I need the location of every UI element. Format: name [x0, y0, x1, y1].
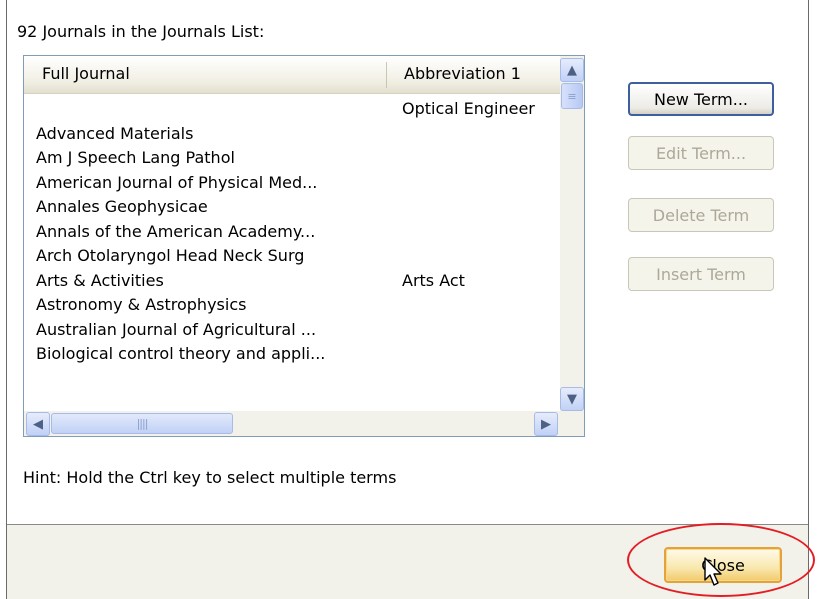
list-row[interactable]: Biological control theory and appli... [24, 341, 560, 366]
full-journal-cell: Australian Journal of Agricultural ... [36, 319, 317, 339]
journal-count-label: 92 Journals in the Journals List: [17, 22, 265, 41]
journals-term-list-dialog: 92 Journals in the Journals List: Full J… [6, 0, 815, 599]
list-row[interactable]: American Journal of Physical Med... [24, 170, 560, 195]
full-journal-cell: Am J Speech Lang Pathol [36, 148, 235, 167]
horizontal-scrollbar[interactable]: ◀ |||| ▶ [24, 411, 560, 436]
full-journal-cell: Astronomy & Astrophysics [36, 295, 247, 314]
column-header-full-journal[interactable]: Full Journal [42, 64, 130, 83]
list-row[interactable]: Am J Speech Lang Pathol [24, 145, 560, 170]
abbreviation-cell: Arts Act [402, 270, 465, 290]
mouse-pointer-icon [704, 557, 722, 586]
list-row[interactable]: Optical Engineer [24, 96, 560, 121]
scroll-up-arrow-icon[interactable]: ▲ [560, 58, 584, 82]
hint-text: Hint: Hold the Ctrl key to select multip… [23, 468, 397, 487]
list-rows: Optical Engineer Advanced Materials Am J… [24, 96, 560, 366]
list-row[interactable]: Astronomy & Astrophysics [24, 292, 560, 317]
horizontal-scroll-thumb[interactable]: |||| [51, 413, 233, 434]
list-row[interactable]: Advanced Materials [24, 121, 560, 146]
list-row[interactable]: Arts & Activities Arts Act [24, 268, 560, 293]
full-journal-cell: Arts & Activities [36, 270, 164, 290]
new-term-button[interactable]: New Term... [628, 82, 774, 116]
column-header-abbreviation-1[interactable]: Abbreviation 1 [404, 64, 521, 83]
list-header: Full Journal Abbreviation 1 [24, 56, 560, 94]
list-row[interactable]: Arch Otolaryngol Head Neck Surg [24, 243, 560, 268]
full-journal-cell: Annals of the American Academy... [36, 221, 316, 241]
edit-term-button: Edit Term... [628, 136, 774, 170]
scroll-down-arrow-icon[interactable]: ▼ [560, 387, 584, 411]
scroll-left-arrow-icon[interactable]: ◀ [26, 412, 50, 436]
abbreviation-cell: Optical Engineer [402, 99, 535, 118]
journals-list[interactable]: Full Journal Abbreviation 1 Optical Engi… [23, 55, 585, 437]
list-row[interactable]: Australian Journal of Agricultural ... [24, 317, 560, 342]
delete-term-button: Delete Term [628, 198, 774, 232]
full-journal-cell: Advanced Materials [36, 123, 194, 143]
full-journal-cell: Annales Geophysicae [36, 197, 208, 216]
vertical-scrollbar[interactable]: ▲ ≡ ▼ [560, 56, 584, 411]
list-row[interactable]: Annals of the American Academy... [24, 219, 560, 244]
vertical-scroll-thumb[interactable]: ≡ [561, 83, 583, 109]
list-row[interactable]: Annales Geophysicae [24, 194, 560, 219]
full-journal-cell: Biological control theory and appli... [36, 344, 326, 363]
dialog-content-area: 92 Journals in the Journals List: Full J… [7, 0, 808, 525]
column-divider[interactable] [386, 62, 387, 88]
scrollbar-corner [560, 411, 584, 436]
insert-term-button: Insert Term [628, 257, 774, 291]
full-journal-cell: American Journal of Physical Med... [36, 172, 318, 192]
full-journal-cell: Arch Otolaryngol Head Neck Surg [36, 246, 305, 265]
scroll-right-arrow-icon[interactable]: ▶ [534, 412, 558, 436]
